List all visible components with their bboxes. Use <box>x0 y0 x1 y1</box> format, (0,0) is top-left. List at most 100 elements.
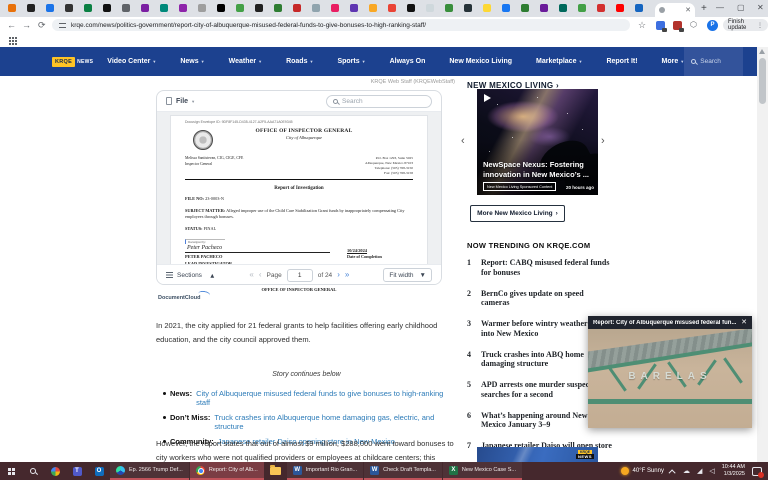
trending-headline[interactable]: Report: CABQ misused federal funds for b… <box>481 258 613 278</box>
nav-menu-item[interactable]: Marketplace ▼ <box>536 58 582 65</box>
pinned-tab-favicon[interactable] <box>635 4 643 12</box>
trending-headline[interactable]: BernCo gives update on speed cameras <box>481 289 613 309</box>
pinned-tab-favicon[interactable] <box>540 4 548 12</box>
profile-avatar[interactable]: P <box>707 20 718 31</box>
tab-close-icon[interactable]: ✕ <box>685 7 691 14</box>
nav-menu-item[interactable]: News ▼ <box>180 58 204 65</box>
documentcloud-brand[interactable]: DocumentCloud <box>158 295 200 301</box>
pinned-tab-favicon[interactable] <box>597 4 605 12</box>
trending-item[interactable]: 2 BernCo gives update on speed cameras <box>467 289 613 309</box>
nav-menu-item[interactable]: New Mexico Living ▼ <box>449 58 512 65</box>
pinned-tab-favicon[interactable] <box>407 4 415 12</box>
play-icon[interactable] <box>484 94 491 102</box>
tray-expand-icon[interactable] <box>669 469 676 476</box>
taskbar-edge-window[interactable]: Ep. 2566 Trump Def... <box>110 462 189 480</box>
player-close-icon[interactable]: ✕ <box>741 319 747 326</box>
taskbar-search-button[interactable] <box>22 462 44 480</box>
pinned-tab-favicon[interactable] <box>426 4 434 12</box>
pinned-tab-favicon[interactable] <box>236 4 244 12</box>
pinned-tab-favicon[interactable] <box>274 4 282 12</box>
krqe-logo[interactable]: KRQE NEWS <box>52 57 93 67</box>
nav-menu-item[interactable]: Roads ▼ <box>286 58 313 65</box>
site-search[interactable]: Search <box>684 47 743 76</box>
prev-page-icon[interactable]: ‹ <box>259 271 262 279</box>
bullet-link[interactable]: Truck crashes into Albuquerque home dama… <box>214 413 459 431</box>
pinned-tab-favicon[interactable] <box>198 4 206 12</box>
taskbar-word-window[interactable]: W Important Rio Gran... <box>287 462 363 480</box>
address-bar[interactable]: krqe.com/news/politics-government/report… <box>52 19 630 31</box>
pinned-tab-favicon[interactable] <box>369 4 377 12</box>
pdf-page-area[interactable]: Docusign Envelope ID: 9DF8F145-D435-4127… <box>157 112 441 264</box>
reload-icon[interactable]: ⟳ <box>38 20 46 31</box>
weather-widget[interactable]: 40°F Sunny <box>621 467 664 475</box>
last-page-icon[interactable]: » <box>345 271 349 279</box>
pinned-tab-favicon[interactable] <box>312 4 320 12</box>
sections-button[interactable]: Sections ▼ <box>166 272 215 279</box>
site-info-icon[interactable] <box>59 23 66 28</box>
pinned-tab-favicon[interactable] <box>616 4 624 12</box>
first-page-icon[interactable]: « <box>249 271 253 279</box>
forward-icon[interactable]: → <box>22 20 31 30</box>
pinned-tab-favicon[interactable] <box>559 4 567 12</box>
pinned-tab-favicon[interactable] <box>521 4 529 12</box>
video-thumbnail[interactable]: NewSpace Nexus: Fostering innovation in … <box>477 89 598 195</box>
back-icon[interactable]: ← <box>7 20 16 30</box>
pinned-tab-favicon[interactable] <box>502 4 510 12</box>
more-new-mexico-living-button[interactable]: More New Mexico Living› <box>470 205 565 222</box>
zoom-select[interactable]: Fit width ▼ <box>383 268 432 282</box>
nav-menu-item[interactable]: Weather ▼ <box>229 58 262 65</box>
active-tab[interactable]: ✕ <box>655 3 695 17</box>
pinned-tab-favicon[interactable] <box>8 4 16 12</box>
player-video[interactable]: BARELAS <box>588 329 752 428</box>
sidebar-ad-image[interactable]: KRQENEWS <box>477 447 598 462</box>
pinned-tab-favicon[interactable] <box>255 4 263 12</box>
pinned-tab-favicon[interactable] <box>293 4 301 12</box>
scrollbar-thumb[interactable] <box>759 58 766 104</box>
pinned-tab-favicon[interactable] <box>483 4 491 12</box>
trending-item[interactable]: 1 Report: CABQ misused federal funds for… <box>467 258 613 278</box>
nav-menu-item[interactable]: Always On ▼ <box>390 58 426 65</box>
window-maximize-icon[interactable]: ▢ <box>737 3 745 12</box>
outlook-button[interactable]: O <box>88 462 110 480</box>
pinned-tab-favicon[interactable] <box>141 4 149 12</box>
nav-menu-item[interactable]: Sports ▼ <box>337 58 365 65</box>
video-title[interactable]: NewSpace Nexus: Fostering innovation in … <box>483 160 594 179</box>
pinned-tab-favicon[interactable] <box>122 4 130 12</box>
pinned-tab-favicon[interactable] <box>160 4 168 12</box>
teams-button[interactable]: T <box>66 462 88 480</box>
pinned-app-button[interactable] <box>44 462 66 480</box>
pinned-tab-favicon[interactable] <box>84 4 92 12</box>
kebab-menu-icon[interactable]: ⋮ <box>757 22 763 29</box>
file-explorer-button[interactable] <box>265 462 287 480</box>
page-scrollbar[interactable] <box>757 47 768 462</box>
pinned-tab-favicon[interactable] <box>578 4 586 12</box>
bookmark-star-icon[interactable]: ☆ <box>638 20 646 31</box>
carousel-prev-icon[interactable]: ‹ <box>461 135 465 147</box>
start-button[interactable] <box>0 462 22 480</box>
pinned-tab-favicon[interactable] <box>388 4 396 12</box>
finish-update-button[interactable]: Finish update ⋮ <box>723 19 768 31</box>
pinned-tab-favicon[interactable] <box>445 4 453 12</box>
pinned-tab-favicon[interactable] <box>217 4 225 12</box>
pinned-tab-favicon[interactable] <box>103 4 111 12</box>
taskbar-word-window[interactable]: W Check Draft Templa... <box>364 462 442 480</box>
bullet-link[interactable]: City of Albuquerque misused federal fund… <box>196 389 459 407</box>
pdf-search-input[interactable]: Search <box>326 95 432 108</box>
carousel-next-icon[interactable]: › <box>601 135 605 147</box>
pinned-tab-favicon[interactable] <box>46 4 54 12</box>
taskbar-excel-window[interactable]: X New Mexico Case S... <box>443 462 522 480</box>
pinned-tab-favicon[interactable] <box>27 4 35 12</box>
nav-menu-item[interactable]: Report It! ▼ <box>606 58 637 65</box>
pinned-tab-favicon[interactable] <box>331 4 339 12</box>
nav-menu-item[interactable]: Video Center ▼ <box>107 58 156 65</box>
extension-icon[interactable] <box>673 21 682 30</box>
page-number-input[interactable]: 1 <box>287 269 313 282</box>
next-page-icon[interactable]: › <box>337 271 340 279</box>
pinned-tab-favicon[interactable] <box>65 4 73 12</box>
new-tab-button[interactable]: + <box>701 4 707 14</box>
file-menu[interactable]: File <box>176 98 188 105</box>
cloud-icon[interactable]: ☁ <box>683 467 690 475</box>
apps-grid-icon[interactable] <box>9 37 11 39</box>
extension-icon[interactable] <box>656 21 665 30</box>
pinned-tab-favicon[interactable] <box>350 4 358 12</box>
